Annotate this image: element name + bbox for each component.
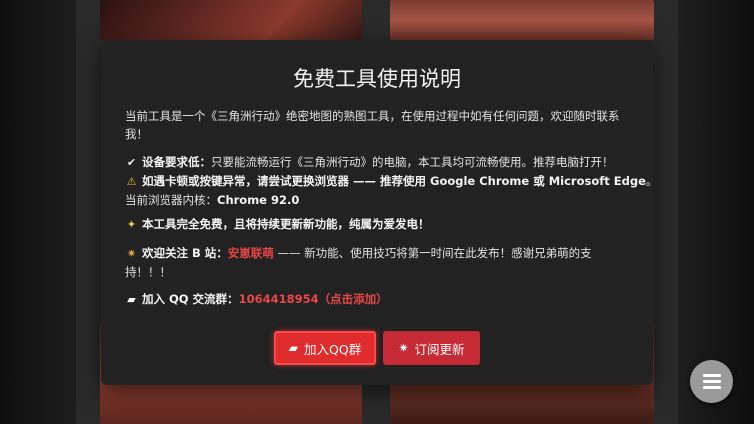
warning-icon: ⚠ [126, 175, 137, 188]
usage-instructions-modal: 免费工具使用说明 当前工具是一个《三角洲行动》绝密地图的熟图工具，在使用过程中如… [101, 41, 657, 385]
menu-icon [702, 374, 721, 377]
intro-text: 当前工具是一个《三角洲行动》绝密地图的熟图工具，在使用过程中如有任何问题，欢迎随… [125, 109, 620, 141]
free-text: 且将持续更新新功能，纯属为爱发电！ [234, 217, 430, 231]
subscribe-updates-button[interactable]: ✷ 订阅更新 [383, 331, 480, 365]
join-qq-group-button[interactable]: ▰ 加入QQ群 [274, 331, 376, 365]
map-thumbnail [100, 0, 362, 40]
bilibili-account-link[interactable]: 安崽联萌 [228, 246, 274, 260]
requirements-text: 只要能流畅运行《三角洲行动》的电脑，本工具均可流畅使用。推荐电脑打开！ [211, 155, 614, 169]
kernel-value: Chrome 92.0 [217, 193, 300, 207]
sparkle-icon: ✦ [126, 218, 137, 231]
kernel-label: 当前浏览器内核： [125, 193, 217, 207]
follow-colon: ： [216, 246, 228, 260]
chat-icon: ▰ [127, 293, 136, 306]
menu-icon-bar [702, 380, 721, 383]
qq-group-section: ▰ 加入 QQ 交流群：1064418954（点击添加） [125, 290, 629, 309]
chat-icon: ▰ [288, 341, 299, 355]
menu-icon-bar [702, 386, 721, 389]
follow-site: B 站 [192, 246, 217, 260]
check-icon: ✔ [126, 156, 137, 169]
recommendation-end: 。 [645, 174, 658, 188]
background-left [0, 0, 76, 424]
qq-group-label: 加入 QQ 交流群： [142, 292, 239, 306]
party-icon: ✷ [126, 247, 137, 260]
map-thumbnail [390, 0, 654, 40]
warning-text: 如遇卡顿或按键异常，请尝试更换浏览器 —— [142, 174, 381, 188]
follow-prefix: 欢迎关注 [142, 246, 193, 260]
qq-group-number-link[interactable]: 1064418954（点击添加） [239, 292, 388, 306]
follow-section: ✷ 欢迎关注 B 站：安崽联萌 —— 新功能、使用技巧将第一时间在此发布！感谢兄弟… [125, 244, 629, 281]
free-label: 本工具完全免费， [142, 217, 234, 231]
requirements-section: ✔ 设备要求低：只要能流畅运行《三角洲行动》的电脑，本工具均可流畅使用。推荐电脑打… [125, 153, 657, 209]
party-icon: ✷ [398, 341, 409, 355]
subscribe-label: 订阅更新 [414, 341, 465, 357]
join-qq-label: 加入QQ群 [304, 341, 362, 357]
free-section: ✦ 本工具完全免费，且将持续更新新功能，纯属为爱发电！ [125, 215, 629, 234]
browser-recommendation: 推荐使用 Google Chrome 或 Microsoft Edge [380, 174, 646, 188]
menu-button[interactable] [690, 360, 733, 403]
modal-title: 免费工具使用说明 [293, 67, 461, 91]
requirements-label: 设备要求低： [142, 155, 211, 169]
